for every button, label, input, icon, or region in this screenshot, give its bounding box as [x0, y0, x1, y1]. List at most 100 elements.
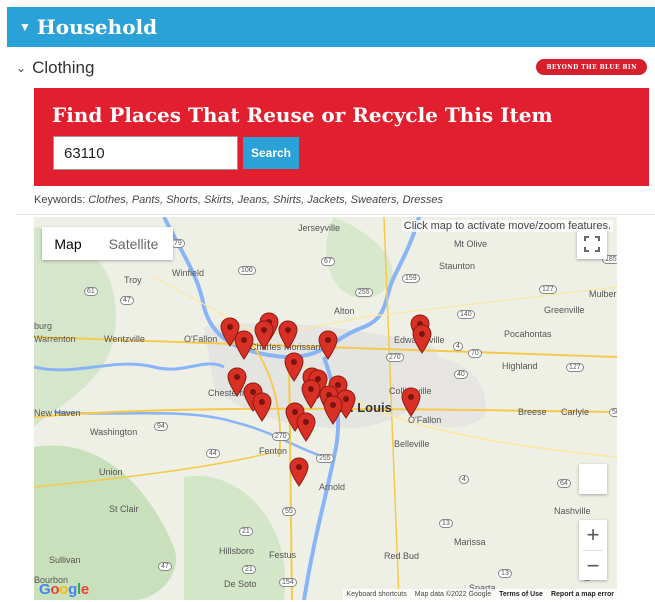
city-label: Fenton — [259, 446, 288, 456]
route-shield: 79 — [171, 239, 185, 248]
route-shield: 50 — [609, 408, 617, 417]
route-shield: 55 — [282, 507, 296, 516]
city-label: Alton — [334, 306, 355, 316]
route-shield: 47 — [120, 296, 134, 305]
divider — [16, 214, 655, 215]
keywords-line: Keywords: Clothes, Pants, Shorts, Skirts… — [34, 194, 443, 206]
city-label: Nashville — [554, 506, 591, 516]
google-letter: G — [39, 581, 51, 598]
location-marker[interactable] — [412, 324, 432, 354]
find-places-heading: Find Places That Reuse or Recycle This I… — [52, 103, 553, 127]
route-shield: 67 — [321, 257, 335, 266]
map-canvas[interactable]: Jerseyville Mt Olive Staunton Troy Winfield A… — [34, 217, 617, 600]
zoom-in-button[interactable]: + — [579, 520, 607, 550]
clothing-label: Clothing — [32, 58, 95, 77]
fullscreen-button[interactable] — [577, 229, 607, 259]
map-data-text: Map data ©2022 Google — [414, 591, 492, 598]
city-label: Wentzville — [104, 334, 145, 344]
keyboard-shortcuts-link[interactable]: Keyboard shortcuts — [346, 591, 406, 598]
street-view-button[interactable] — [579, 464, 607, 494]
location-marker[interactable] — [318, 330, 338, 360]
route-shield: 13 — [498, 569, 512, 578]
route-shield: 13 — [439, 519, 453, 528]
route-shield: 255 — [355, 288, 373, 297]
location-marker[interactable] — [289, 457, 309, 487]
beyond-blue-bin-badge[interactable]: BEYOND THE BLUE BIN — [536, 59, 647, 75]
city-label: Washington — [90, 427, 138, 437]
fullscreen-icon — [584, 236, 600, 252]
city-label: Pocahontas — [504, 329, 552, 339]
route-shield: 94 — [154, 422, 168, 431]
household-title: Household — [36, 15, 158, 39]
route-shield: 270 — [272, 432, 290, 441]
route-shield: 270 — [386, 353, 404, 362]
city-label: Breese — [518, 407, 547, 417]
report-map-error-link[interactable]: Report a map error — [551, 591, 614, 598]
satellite-view-button[interactable]: Satellite — [94, 227, 173, 260]
location-marker[interactable] — [296, 412, 316, 442]
household-category-header[interactable]: ▼ Household — [7, 7, 655, 47]
route-shield: 21 — [242, 565, 256, 574]
clothing-item-row[interactable]: ⌄ Clothing BEYOND THE BLUE BIN — [16, 56, 655, 80]
location-marker[interactable] — [284, 352, 304, 382]
location-marker[interactable] — [401, 387, 421, 417]
map-type-control: Map Satellite — [42, 227, 173, 260]
city-label: burg — [34, 321, 53, 331]
search-button[interactable]: Search — [243, 137, 299, 169]
chevron-down-icon: ⌄ — [16, 61, 27, 75]
city-label: Troy — [124, 275, 142, 285]
city-label: De Soto — [224, 579, 257, 589]
route-shield: 140 — [457, 310, 475, 319]
location-marker[interactable] — [234, 330, 254, 360]
city-label: Carlyle — [561, 407, 590, 417]
location-marker[interactable] — [254, 320, 274, 350]
city-label: Red Bud — [384, 551, 420, 561]
city-label: New Haven — [34, 408, 81, 418]
map-view-button[interactable]: Map — [42, 227, 94, 260]
route-shield: 40 — [454, 370, 468, 379]
city-label: Staunton — [439, 261, 476, 271]
route-shield: 4 — [453, 342, 463, 351]
route-shield: 154 — [279, 578, 297, 587]
city-label: Jerseyville — [298, 223, 341, 233]
city-label: Mt Olive — [454, 239, 488, 249]
city-label: Union — [99, 467, 123, 477]
google-letter: o — [50, 581, 60, 598]
city-label: Hillsboro — [219, 546, 255, 556]
location-marker[interactable] — [278, 320, 298, 350]
route-shield: 61 — [84, 287, 98, 296]
city-label: Belleville — [394, 439, 430, 449]
terms-of-use-link[interactable]: Terms of Use — [499, 591, 543, 598]
zoom-control: + − — [579, 520, 607, 580]
route-shield: 127 — [539, 285, 557, 294]
google-logo: Google — [39, 581, 89, 598]
route-shield: 44 — [206, 449, 220, 458]
keywords-list: Clothes, Pants, Shorts, Skirts, Jeans, S… — [88, 194, 443, 206]
caret-down-icon: ▼ — [19, 20, 31, 34]
find-places-panel: Find Places That Reuse or Recycle This I… — [34, 88, 649, 186]
city-label: Mulber Grove — [589, 289, 617, 299]
route-shield: 100 — [238, 266, 256, 275]
city-label: Festus — [269, 550, 297, 560]
route-shield: 47 — [158, 562, 172, 571]
city-label: Greenville — [544, 305, 585, 315]
location-marker[interactable] — [323, 395, 343, 425]
route-shield: 255 — [316, 454, 334, 463]
location-marker[interactable] — [252, 392, 272, 422]
route-shield: 70 — [468, 349, 482, 358]
google-letter: g — [68, 581, 77, 598]
city-label: Warrenton — [34, 334, 76, 344]
city-label: Sullivan — [49, 555, 81, 565]
zip-code-input[interactable] — [53, 136, 238, 170]
city-label: O'Fallon — [184, 334, 218, 344]
keywords-label: Keywords: — [34, 194, 86, 206]
city-label: Marissa — [454, 537, 486, 547]
route-shield: 64 — [557, 479, 571, 488]
city-label: St Clair — [109, 504, 139, 514]
route-shield: 4 — [459, 475, 469, 484]
city-label: Winfield — [172, 268, 205, 278]
city-label: Highland — [502, 361, 538, 371]
route-shield: 21 — [239, 527, 253, 536]
zoom-out-button[interactable]: − — [579, 551, 607, 581]
google-letter: o — [59, 581, 69, 598]
